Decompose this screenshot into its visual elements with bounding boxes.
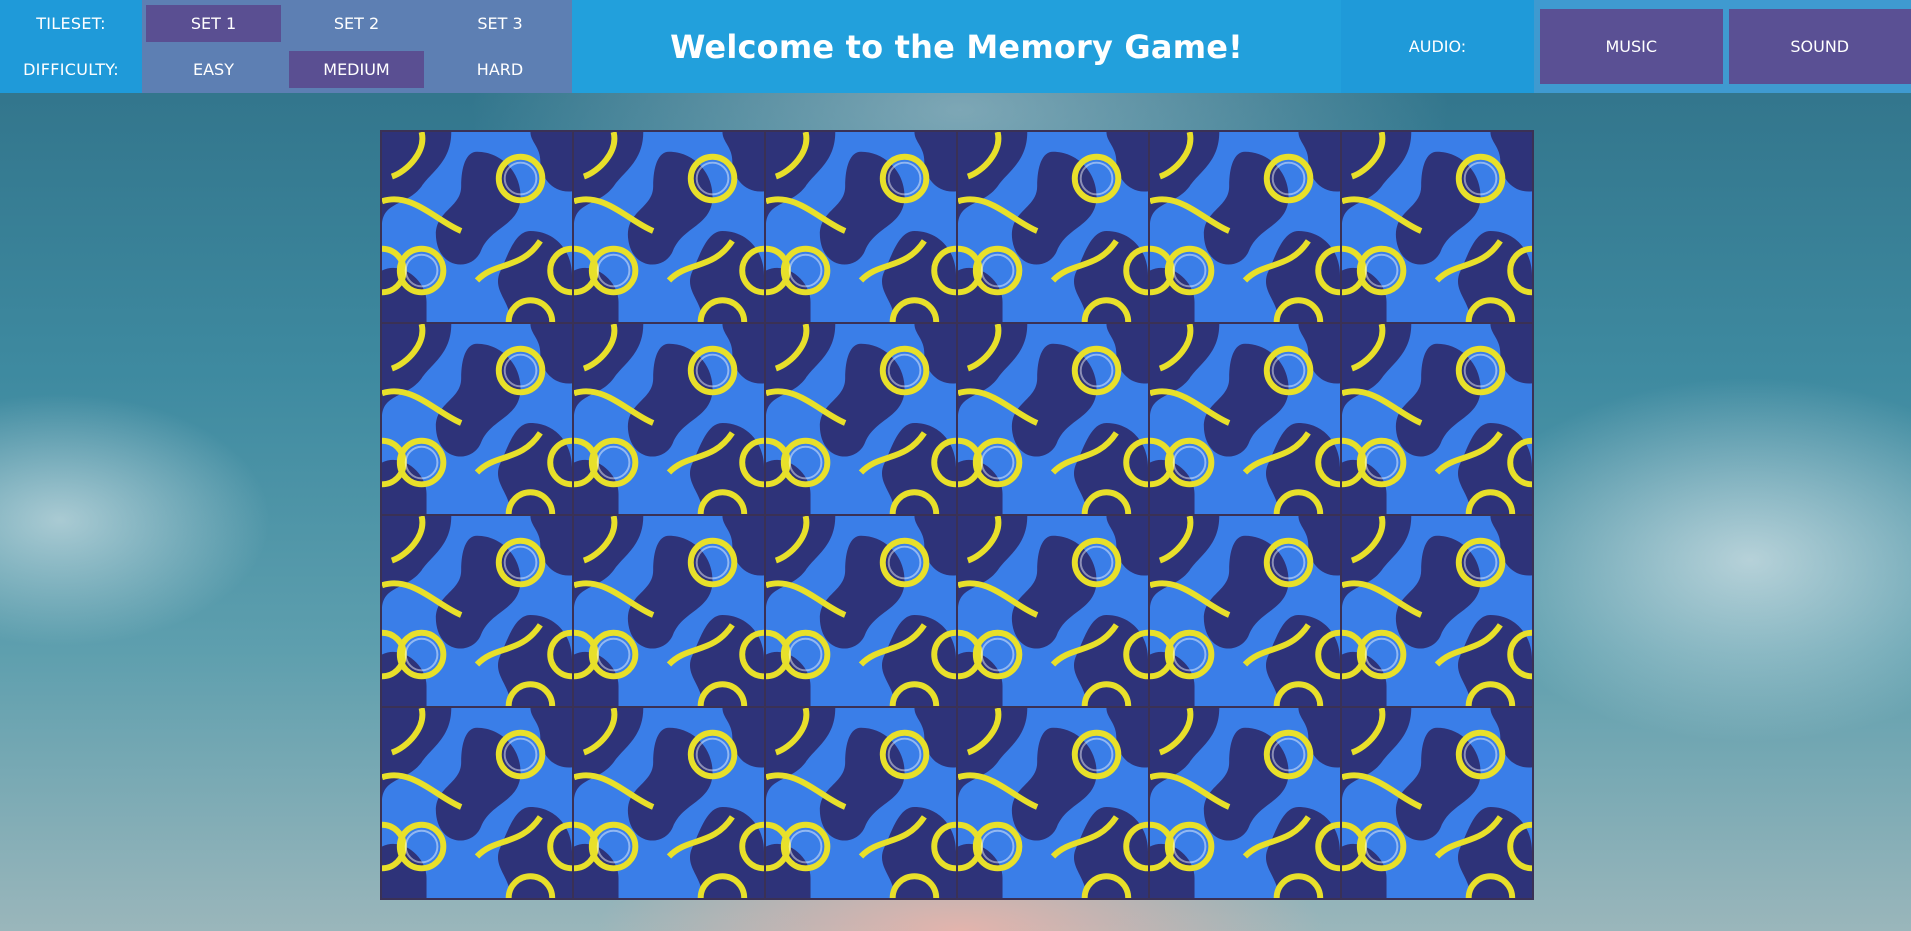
difficulty-hard-button[interactable]: HARD <box>428 47 572 94</box>
truchet-swirl-pattern-icon <box>382 516 572 706</box>
truchet-swirl-pattern-icon <box>766 516 956 706</box>
truchet-swirl-pattern-icon <box>574 516 764 706</box>
memory-tile[interactable] <box>765 323 957 515</box>
memory-tile[interactable] <box>765 515 957 707</box>
memory-tile[interactable] <box>765 131 957 323</box>
truchet-swirl-pattern-icon <box>766 132 956 322</box>
truchet-swirl-pattern-icon <box>1342 516 1532 706</box>
memory-tile[interactable] <box>957 323 1149 515</box>
memory-tile[interactable] <box>381 515 573 707</box>
page-title: Welcome to the Memory Game! <box>670 27 1243 66</box>
memory-tile[interactable] <box>1341 131 1533 323</box>
truchet-swirl-pattern-icon <box>382 132 572 322</box>
truchet-swirl-pattern-icon <box>958 324 1148 514</box>
sound-button[interactable]: SOUND <box>1728 9 1911 84</box>
truchet-swirl-pattern-icon <box>1342 132 1532 322</box>
truchet-swirl-pattern-icon <box>958 516 1148 706</box>
memory-tile[interactable] <box>957 515 1149 707</box>
truchet-swirl-pattern-icon <box>1150 132 1340 322</box>
memory-tile[interactable] <box>573 323 765 515</box>
audio-label: AUDIO: <box>1341 0 1534 93</box>
tileset-set-3-label: SET 3 <box>477 13 523 33</box>
memory-tile[interactable] <box>573 131 765 323</box>
truchet-swirl-pattern-icon <box>574 708 764 898</box>
tileset-set-3-button[interactable]: SET 3 <box>428 0 572 47</box>
truchet-swirl-pattern-icon <box>382 708 572 898</box>
truchet-swirl-pattern-icon <box>1342 324 1532 514</box>
top-bar: TILESET: SET 1 SET 2 SET 3 DIFFICULTY: E… <box>0 0 1911 93</box>
tileset-set-2-button[interactable]: SET 2 <box>285 0 428 47</box>
difficulty-label: DIFFICULTY: <box>0 46 142 93</box>
difficulty-medium-button[interactable]: MEDIUM <box>285 47 428 94</box>
truchet-swirl-pattern-icon <box>574 132 764 322</box>
memory-tile[interactable] <box>1341 515 1533 707</box>
memory-tile[interactable] <box>1149 323 1341 515</box>
memory-tile[interactable] <box>381 707 573 899</box>
memory-tile[interactable] <box>1149 707 1341 899</box>
tileset-set-1-button[interactable]: SET 1 <box>142 0 285 47</box>
truchet-swirl-pattern-icon <box>958 708 1148 898</box>
truchet-swirl-pattern-icon <box>574 324 764 514</box>
tileset-set-2-label: SET 2 <box>333 13 380 33</box>
memory-tile[interactable] <box>381 131 573 323</box>
memory-tile[interactable] <box>573 515 765 707</box>
difficulty-easy-label: EASY <box>193 60 234 80</box>
tileset-label: TILESET: <box>0 0 142 47</box>
truchet-swirl-pattern-icon <box>766 324 956 514</box>
settings-panel: TILESET: SET 1 SET 2 SET 3 DIFFICULTY: E… <box>0 0 572 93</box>
truchet-swirl-pattern-icon <box>958 132 1148 322</box>
truchet-swirl-pattern-icon <box>382 324 572 514</box>
difficulty-easy-button[interactable]: EASY <box>142 47 285 94</box>
game-board <box>380 130 1534 900</box>
tileset-set-1-label: SET 1 <box>146 4 281 42</box>
truchet-swirl-pattern-icon <box>766 708 956 898</box>
truchet-swirl-pattern-icon <box>1150 708 1340 898</box>
truchet-swirl-pattern-icon <box>1342 708 1532 898</box>
truchet-swirl-pattern-icon <box>1150 516 1340 706</box>
memory-tile[interactable] <box>1149 515 1341 707</box>
title-area: Welcome to the Memory Game! <box>572 0 1341 93</box>
memory-tile[interactable] <box>1341 323 1533 515</box>
truchet-swirl-pattern-icon <box>1150 324 1340 514</box>
memory-tile[interactable] <box>765 707 957 899</box>
audio-panel: MUSIC SOUND <box>1534 0 1911 93</box>
memory-tile[interactable] <box>381 323 573 515</box>
memory-tile[interactable] <box>573 707 765 899</box>
memory-tile[interactable] <box>957 131 1149 323</box>
difficulty-hard-label: HARD <box>476 60 524 80</box>
music-button[interactable]: MUSIC <box>1540 9 1723 84</box>
difficulty-medium-label: MEDIUM <box>289 51 424 89</box>
memory-tile[interactable] <box>1341 707 1533 899</box>
memory-tile[interactable] <box>957 707 1149 899</box>
memory-tile[interactable] <box>1149 131 1341 323</box>
